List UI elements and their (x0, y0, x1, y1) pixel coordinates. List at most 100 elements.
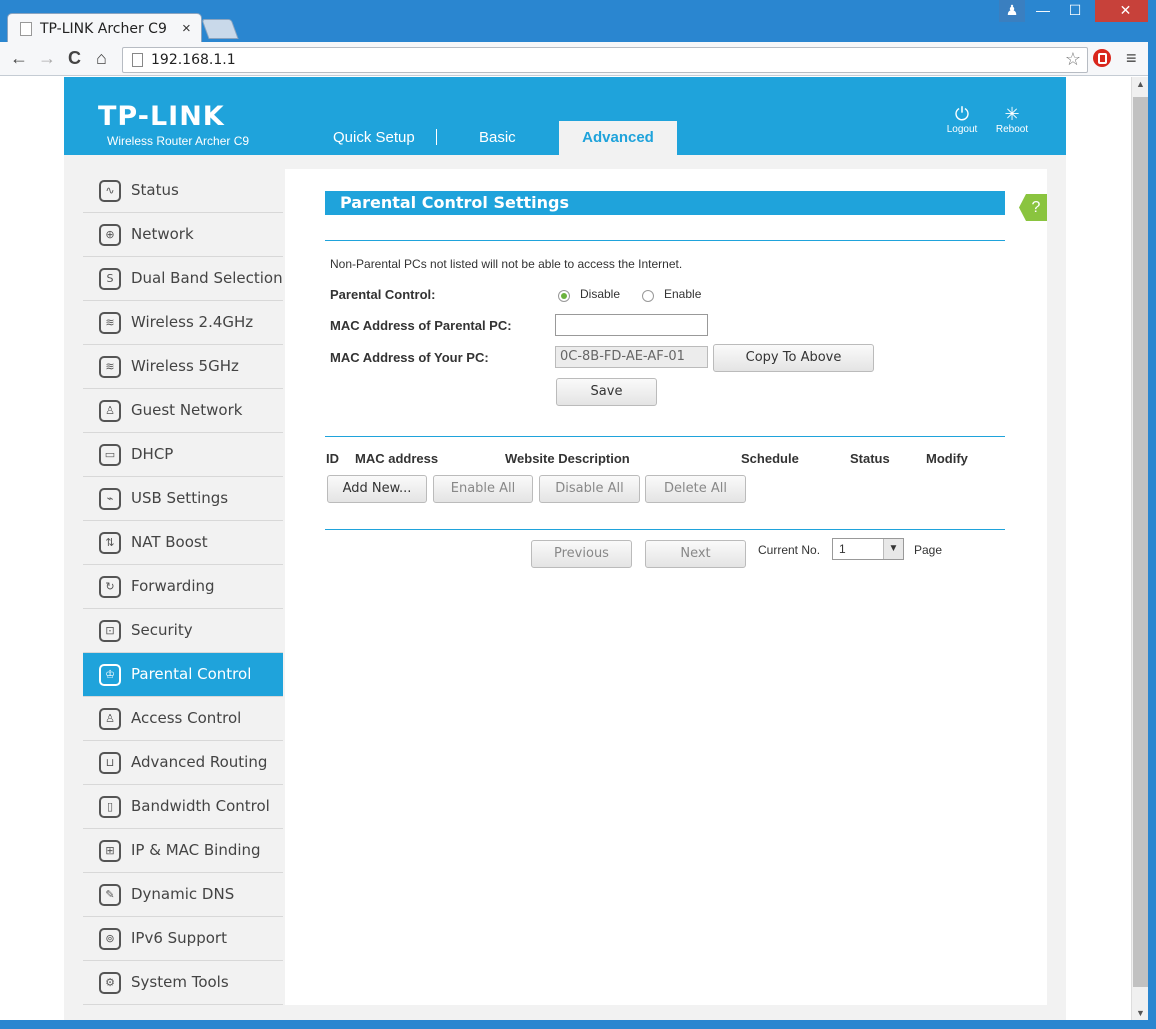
radio-enable[interactable] (642, 290, 654, 302)
title-bar: TP-LINK Archer C9 × ♟ — ☐ ✕ (0, 0, 1156, 43)
dual-band-icon: S (99, 268, 121, 290)
extension-icon[interactable] (1093, 49, 1111, 67)
sidebar-item-dual-band-selection[interactable]: S Dual Band Selection (83, 257, 283, 301)
tab-basic[interactable]: Basic (479, 129, 516, 146)
maximize-button[interactable]: ☐ (1059, 0, 1091, 22)
reload-icon[interactable]: C (68, 49, 81, 67)
sidebar-item-guest-network[interactable]: ♙ Guest Network (83, 389, 283, 433)
sidebar-item-usb-settings[interactable]: ⌁ USB Settings (83, 477, 283, 521)
sidebar-item-parental-control[interactable]: ♔ Parental Control (83, 653, 283, 697)
enable-all-button[interactable]: Enable All (433, 475, 533, 503)
tab-advanced[interactable]: Advanced (559, 121, 677, 155)
mac-parental-label: MAC Address of Parental PC: (330, 318, 512, 333)
sidebar-item-nat-boost[interactable]: ⇅ NAT Boost (83, 521, 283, 565)
scrollbar-thumb[interactable] (1133, 97, 1148, 987)
chevron-down-icon: ▼ (883, 539, 903, 559)
save-button[interactable]: Save (556, 378, 657, 406)
add-new-button[interactable]: Add New... (327, 475, 427, 503)
help-icon[interactable]: ? (1019, 194, 1047, 221)
sidebar-item-label: Bandwidth Control (131, 797, 270, 815)
sidebar-item-label: Dynamic DNS (131, 885, 235, 903)
back-arrow-icon[interactable]: ← (10, 49, 28, 67)
sidebar-item-label: Wireless 5GHz (131, 357, 239, 375)
sidebar-item-label: Wireless 2.4GHz (131, 313, 254, 331)
mac-parental-input[interactable] (555, 314, 708, 336)
routing-icon: ⊔ (99, 752, 121, 774)
menu-icon[interactable]: ≡ (1126, 48, 1137, 69)
sidebar-item-label: IP & MAC Binding (131, 841, 261, 859)
sidebar-item-ip-mac-binding[interactable]: ⊞ IP & MAC Binding (83, 829, 283, 873)
address-bar[interactable]: 192.168.1.1 ☆ (122, 47, 1088, 73)
url-text: 192.168.1.1 (151, 52, 236, 68)
user-icon[interactable]: ♟ (999, 0, 1025, 22)
scroll-down-icon[interactable]: ▼ (1136, 1008, 1145, 1018)
delete-all-button[interactable]: Delete All (645, 475, 746, 503)
column-header-schedule: Schedule (741, 451, 799, 466)
lock-icon: ⊡ (99, 620, 121, 642)
forward-arrow-icon[interactable]: → (38, 49, 56, 67)
bandwidth-icon: ▯ (99, 796, 121, 818)
scroll-up-icon[interactable]: ▲ (1136, 79, 1145, 89)
sidebar-item-network[interactable]: ⊕ Network (83, 213, 283, 257)
sidebar-item-advanced-routing[interactable]: ⊔ Advanced Routing (83, 741, 283, 785)
sidebar-item-label: Guest Network (131, 401, 243, 419)
guests-icon: ♙ (99, 400, 121, 422)
tab-quick-setup[interactable]: Quick Setup (333, 129, 415, 146)
status-icon: ∿ (99, 180, 121, 202)
copy-to-above-button[interactable]: Copy To Above (713, 344, 874, 372)
nav-divider (436, 129, 437, 145)
sidebar-item-dynamic-dns[interactable]: ✎ Dynamic DNS (83, 873, 283, 917)
sidebar-item-ipv6-support[interactable]: ⊚ IPv6 Support (83, 917, 283, 961)
bookmark-star-icon[interactable]: ☆ (1065, 49, 1081, 70)
tab-close-icon[interactable]: × (182, 20, 191, 37)
reboot-button[interactable]: ✳ Reboot (992, 104, 1032, 135)
wifi-icon: ≋ (99, 356, 121, 378)
family-icon: ♔ (99, 664, 121, 686)
browser-toolbar: ← → C ⌂ 192.168.1.1 ☆ ≡ (0, 42, 1156, 76)
column-header-modify: Modify (926, 451, 968, 466)
page-favicon-icon (20, 22, 32, 36)
previous-button[interactable]: Previous (531, 540, 632, 568)
sidebar-item-system-tools[interactable]: ⚙ System Tools (83, 961, 283, 1005)
sidebar-item-label: USB Settings (131, 489, 229, 507)
sidebar-item-label: System Tools (131, 973, 229, 991)
browser-tab[interactable]: TP-LINK Archer C9 × (7, 13, 202, 43)
wifi-icon: ≋ (99, 312, 121, 334)
page-viewport: TP-LINK Wireless Router Archer C9 Quick … (0, 77, 1131, 1020)
radio-disable[interactable] (558, 290, 570, 302)
sidebar-item-wireless-2-4ghz[interactable]: ≋ Wireless 2.4GHz (83, 301, 283, 345)
home-icon[interactable]: ⌂ (96, 49, 107, 67)
sidebar-item-label: Network (131, 225, 194, 243)
vertical-scrollbar[interactable]: ▲ ▼ (1131, 77, 1148, 1020)
logout-label: Logout (946, 124, 978, 135)
globe-icon: ⊕ (99, 224, 121, 246)
radio-disable-label: Disable (580, 287, 621, 301)
sidebar-item-label: Parental Control (131, 665, 252, 683)
sidebar-item-status[interactable]: ∿ Status (83, 169, 283, 213)
column-header-mac: MAC address (355, 451, 439, 466)
page-select[interactable]: 1 ▼ (832, 538, 904, 560)
next-button[interactable]: Next (645, 540, 746, 568)
sidebar-item-wireless-5ghz[interactable]: ≋ Wireless 5GHz (83, 345, 283, 389)
sidebar-item-access-control[interactable]: ♙ Access Control (83, 697, 283, 741)
new-tab-button[interactable] (201, 19, 239, 39)
sidebar-item-dhcp[interactable]: ▭ DHCP (83, 433, 283, 477)
minimize-button[interactable]: — (1029, 0, 1057, 22)
disable-all-button[interactable]: Disable All (539, 475, 640, 503)
mac-your-pc-label: MAC Address of Your PC: (330, 350, 489, 365)
page-label: Page (914, 543, 943, 557)
sidebar: ∿ Status ⊕ Network S Dual Band Selection ≋ Wire… (83, 169, 283, 1005)
close-window-button[interactable]: ✕ (1095, 0, 1156, 22)
sidebar-item-bandwidth-control[interactable]: ▯ Bandwidth Control (83, 785, 283, 829)
router-app: TP-LINK Wireless Router Archer C9 Quick … (64, 77, 1066, 1020)
sidebar-item-forwarding[interactable]: ↻ Forwarding (83, 565, 283, 609)
logout-button[interactable]: ⏻ Logout (942, 104, 982, 135)
sidebar-item-security[interactable]: ⊡ Security (83, 609, 283, 653)
sidebar-item-label: NAT Boost (131, 533, 208, 551)
sidebar-item-label: Advanced Routing (131, 753, 268, 771)
ipv6-icon: ⊚ (99, 928, 121, 950)
monitor-icon: ▭ (99, 444, 121, 466)
reboot-icon: ✳ (1004, 104, 1020, 124)
sidebar-item-label: IPv6 Support (131, 929, 227, 947)
window-frame (0, 1020, 1156, 1029)
